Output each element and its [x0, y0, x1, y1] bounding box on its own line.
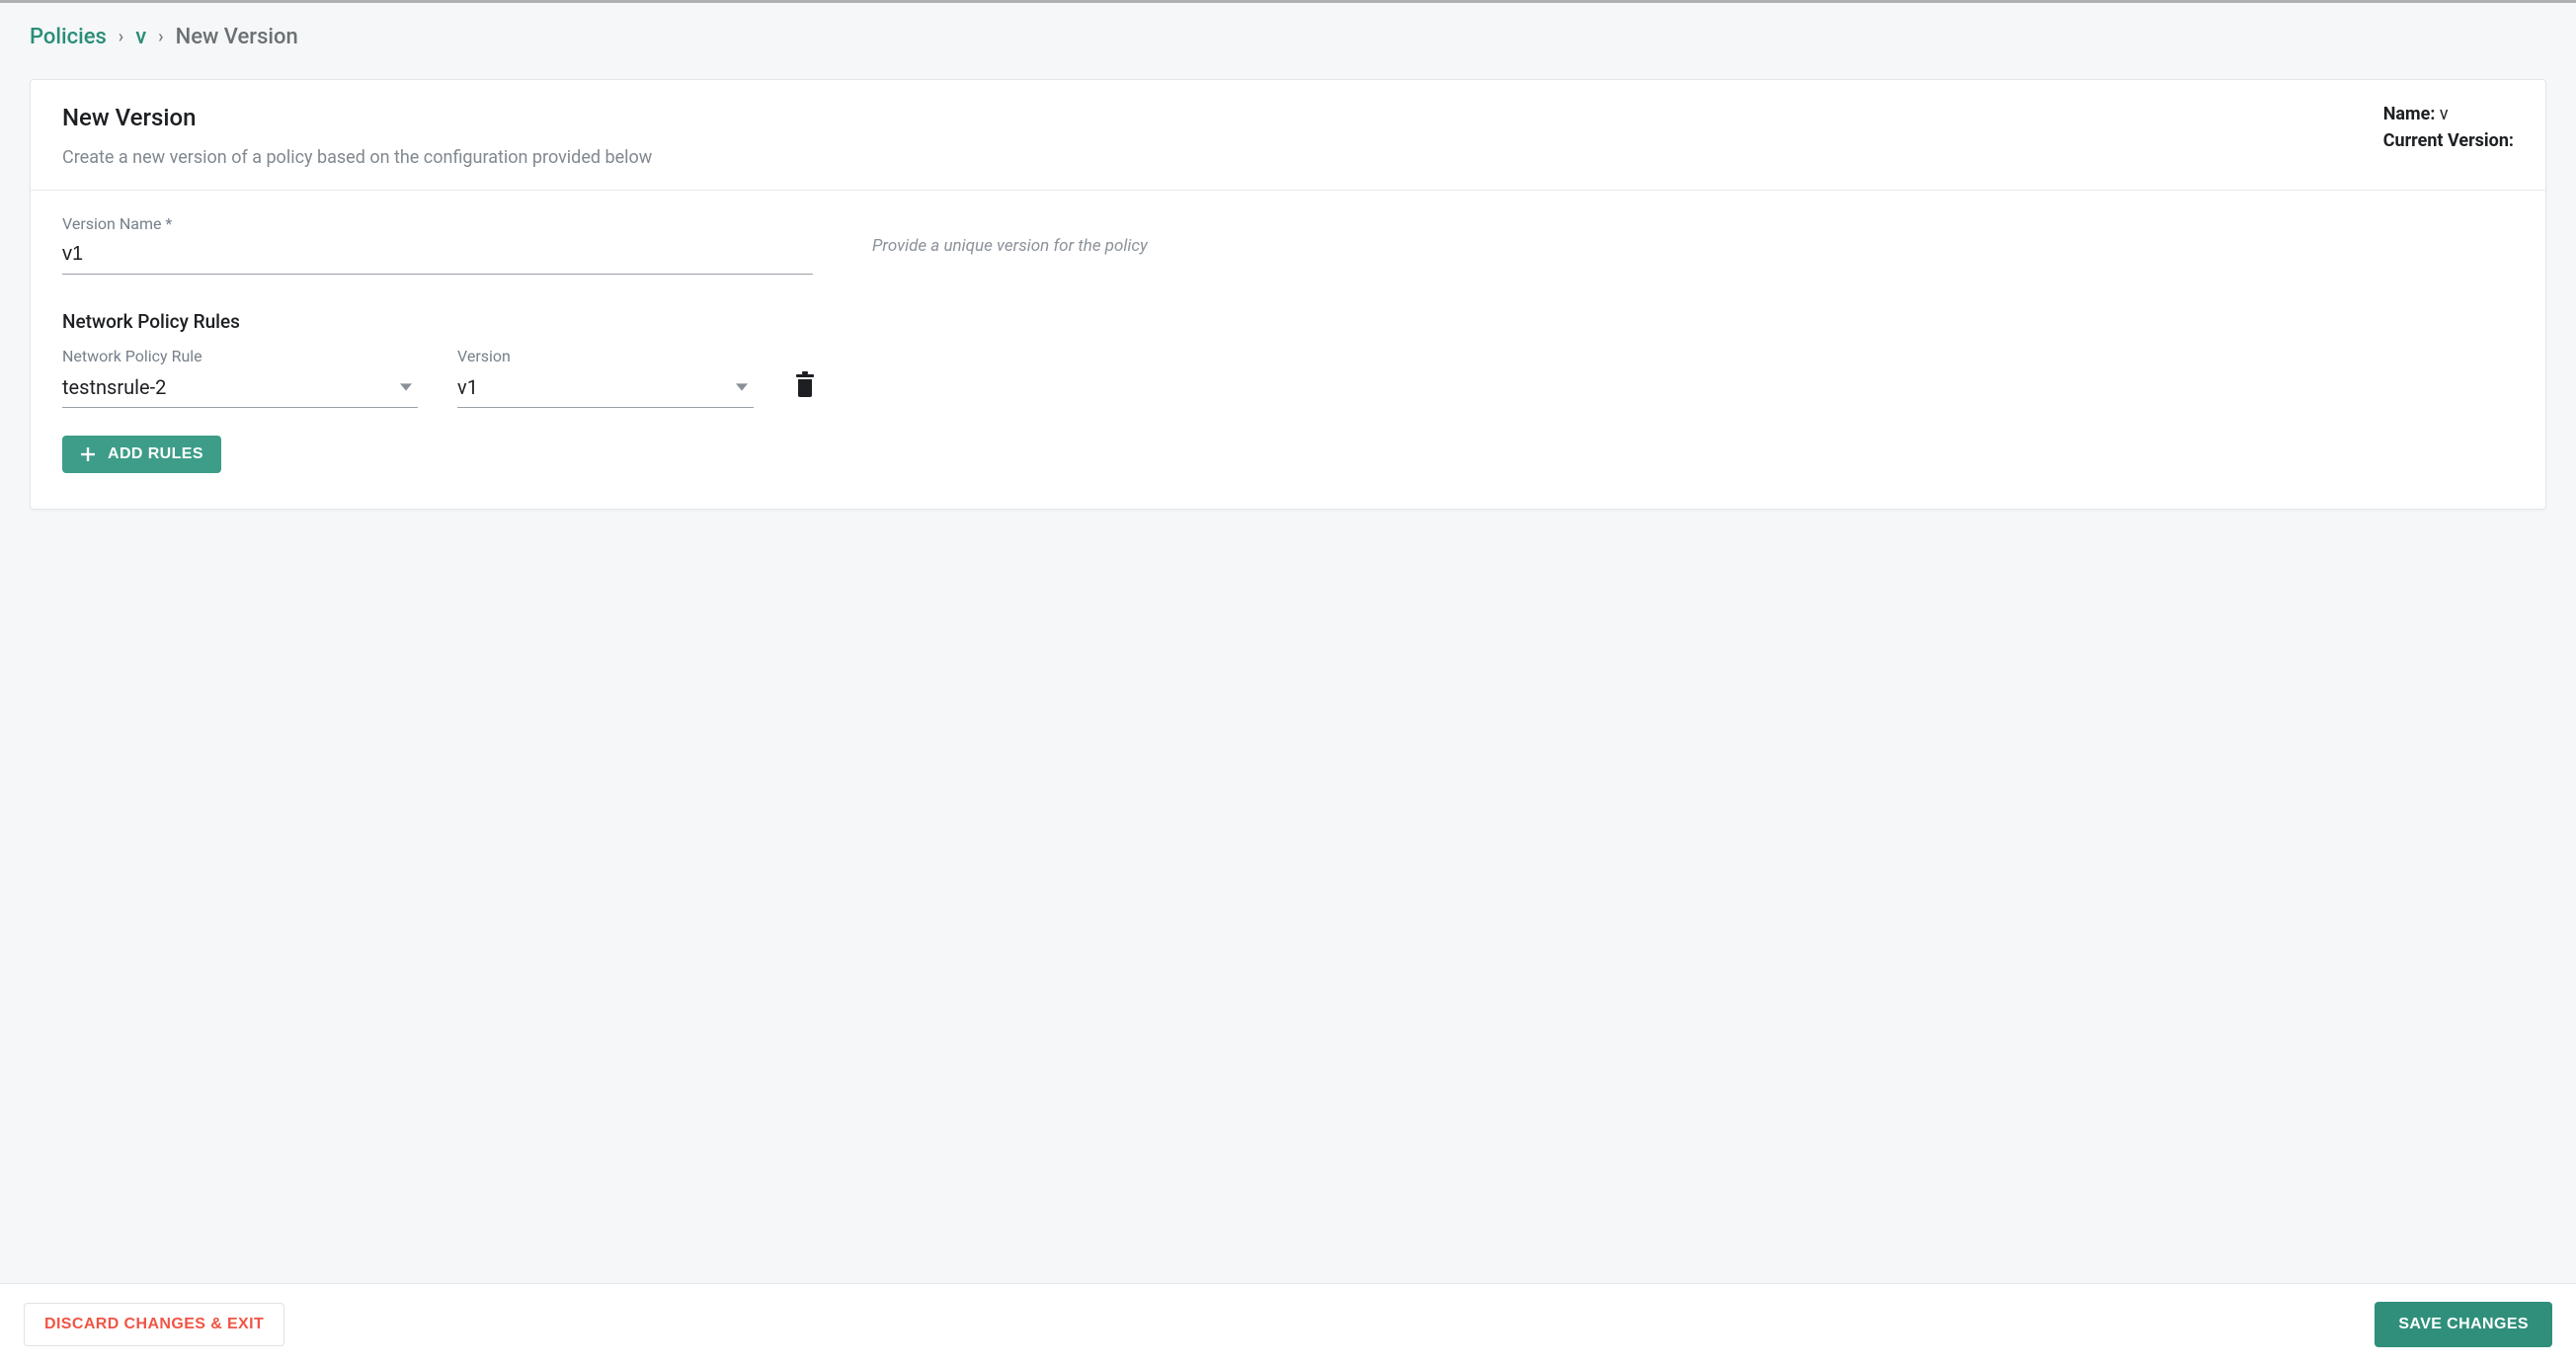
name-value: v	[2440, 104, 2449, 124]
rule-row: Network Policy Rule testnsrule-2 Version…	[62, 347, 2514, 408]
breadcrumb-link-policies[interactable]: Policies	[30, 25, 107, 49]
rule-select[interactable]: testnsrule-2	[62, 371, 418, 408]
version-select-value: v1	[457, 375, 726, 399]
breadcrumb-link-policy[interactable]: v	[135, 25, 146, 49]
rules-section-title: Network Policy Rules	[62, 310, 2514, 333]
version-name-input[interactable]	[62, 239, 813, 275]
current-version-label: Current Version:	[2383, 130, 2514, 151]
breadcrumb-separator: ›	[158, 27, 163, 47]
chevron-down-icon	[736, 381, 748, 393]
rule-select-label: Network Policy Rule	[62, 347, 418, 365]
delete-rule-button[interactable]	[789, 366, 821, 402]
rule-select-value: testnsrule-2	[62, 375, 390, 399]
version-name-hint: Provide a unique version for the policy	[872, 214, 1148, 256]
version-name-label: Version Name *	[62, 214, 813, 233]
breadcrumb: Policies › v › New Version	[0, 3, 2576, 61]
breadcrumb-current: New Version	[176, 25, 298, 49]
save-button[interactable]: SAVE CHANGES	[2375, 1302, 2552, 1347]
version-select-label: Version	[457, 347, 754, 365]
name-label: Name:	[2383, 104, 2436, 124]
add-rules-button[interactable]: ADD RULES	[62, 436, 221, 473]
version-form-card: New Version Create a new version of a po…	[30, 79, 2546, 510]
footer-bar: DISCARD CHANGES & EXIT SAVE CHANGES	[0, 1283, 2576, 1365]
page-subtitle: Create a new version of a policy based o…	[62, 147, 652, 168]
breadcrumb-separator: ›	[119, 27, 123, 47]
chevron-down-icon	[400, 381, 412, 393]
discard-button[interactable]: DISCARD CHANGES & EXIT	[24, 1303, 284, 1346]
card-header: New Version Create a new version of a po…	[31, 80, 2545, 191]
trash-icon	[793, 370, 817, 398]
plus-icon	[80, 446, 96, 462]
add-rules-label: ADD RULES	[108, 445, 203, 463]
page-title: New Version	[62, 104, 652, 131]
card-body: Version Name * Provide a unique version …	[31, 191, 2545, 509]
version-select[interactable]: v1	[457, 371, 754, 408]
